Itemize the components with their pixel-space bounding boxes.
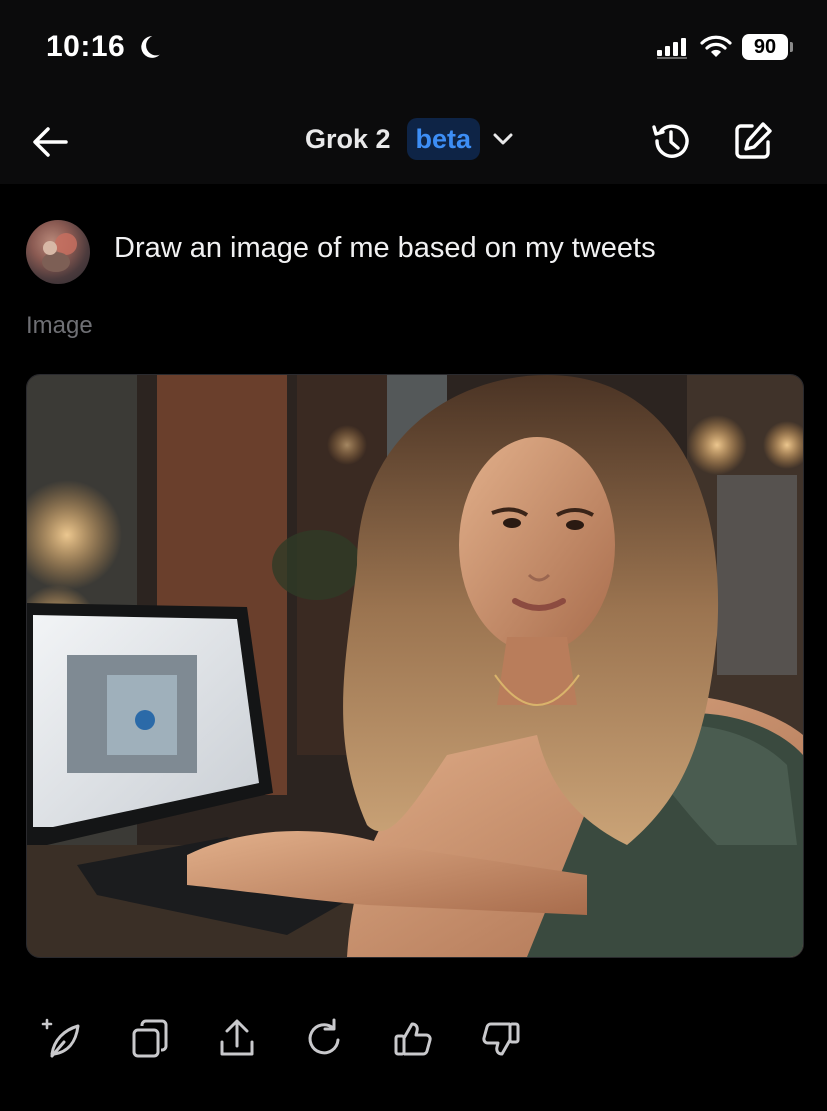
moon-icon (136, 34, 162, 60)
status-right: 90 (656, 34, 793, 60)
avatar[interactable] (26, 220, 90, 284)
refresh-icon[interactable] (302, 1016, 348, 1062)
generated-image[interactable] (26, 374, 804, 958)
back-arrow-icon[interactable] (28, 120, 72, 164)
thumbs-up-icon[interactable] (390, 1016, 436, 1062)
status-time: 10:16 (46, 30, 126, 63)
battery-level: 90 (742, 34, 788, 60)
model-title: Grok 2 (305, 123, 391, 154)
battery-icon: 90 (742, 34, 793, 60)
regenerate-sparkle-icon[interactable] (40, 1016, 86, 1062)
copy-icon[interactable] (128, 1016, 174, 1062)
history-icon[interactable] (648, 118, 694, 164)
wifi-icon (700, 35, 732, 59)
share-icon[interactable] (214, 1016, 260, 1062)
thumbs-down-icon[interactable] (478, 1016, 524, 1062)
action-bar (0, 1016, 827, 1066)
beta-badge: beta (406, 118, 481, 160)
chevron-down-icon (490, 126, 516, 152)
new-chat-icon[interactable] (730, 118, 776, 164)
response-type-label: Image (26, 312, 93, 339)
user-prompt: Draw an image of me based on my tweets (114, 232, 656, 264)
nav-bar: Grok 2 beta (0, 98, 827, 184)
status-bar: 10:16 90 (0, 0, 827, 98)
model-selector[interactable]: Grok 2 beta (305, 118, 516, 160)
signal-icon (656, 35, 690, 59)
